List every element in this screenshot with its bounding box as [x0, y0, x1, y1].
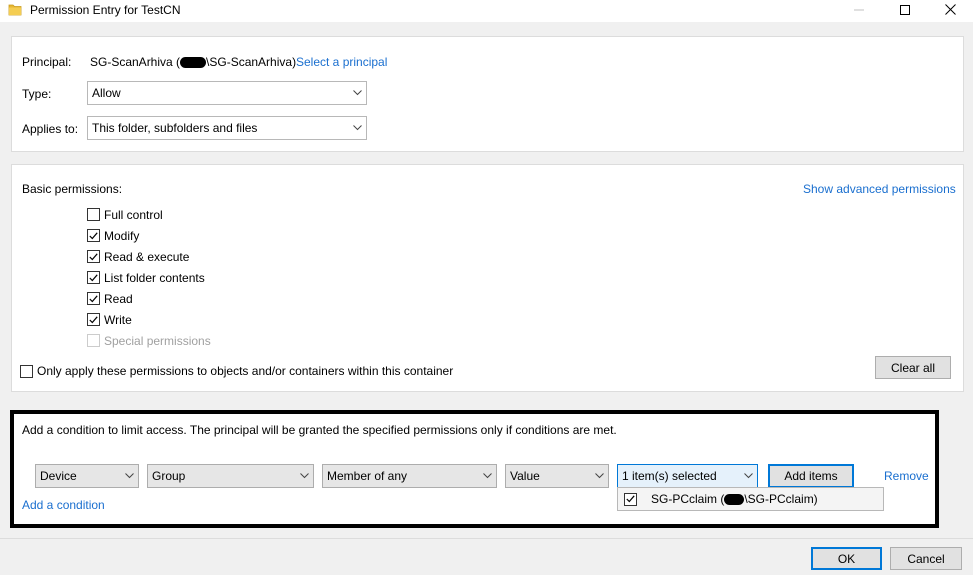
- add-condition-link[interactable]: Add a condition: [22, 498, 105, 512]
- chevron-down-icon: [295, 465, 313, 487]
- permission-label: Read: [104, 291, 133, 306]
- principal-name: SG-ScanArhiva ( \SG-ScanArhiva): [90, 55, 296, 69]
- checkmark-icon: [89, 252, 98, 260]
- minimize-icon: [854, 4, 864, 18]
- checkbox[interactable]: [20, 364, 33, 378]
- applies-to-label: Applies to:: [22, 122, 79, 136]
- permission-label: Read & execute: [104, 249, 190, 264]
- permission-label: Special permissions: [104, 333, 211, 348]
- condition-group-select[interactable]: Group: [147, 464, 314, 488]
- permission-item-list-folder-contents[interactable]: List folder contents: [87, 267, 211, 288]
- checkbox: [87, 334, 100, 347]
- condition-description: Add a condition to limit access. The pri…: [22, 423, 617, 437]
- checkbox[interactable]: [87, 229, 100, 242]
- permission-item-write[interactable]: Write: [87, 309, 211, 330]
- condition-selection-dropdown-item[interactable]: SG-PCclaim ( \SG-PCclaim): [617, 487, 884, 511]
- checkbox[interactable]: [87, 208, 100, 221]
- window-title: Permission Entry for TestCN: [30, 3, 181, 17]
- condition-value-type-select[interactable]: Value: [505, 464, 609, 488]
- principal-name-start: SG-ScanArhiva (: [90, 55, 181, 69]
- condition-value-type-value: Value: [510, 469, 540, 483]
- condition-selection-value: 1 item(s) selected: [622, 469, 717, 483]
- checkbox[interactable]: [87, 250, 100, 263]
- checkmark-icon: [89, 273, 98, 281]
- title-bar: Permission Entry for TestCN: [0, 0, 973, 22]
- redaction-mark: [724, 494, 745, 506]
- redaction-mark: [180, 57, 207, 69]
- checkmark-icon: [89, 231, 98, 239]
- chevron-down-icon: [348, 82, 366, 104]
- only-apply-label: Only apply these permissions to objects …: [37, 364, 454, 378]
- permission-list: Full control Modify Read & execute List …: [87, 204, 211, 351]
- remove-condition-link[interactable]: Remove: [884, 469, 929, 483]
- chevron-down-icon: [590, 465, 608, 487]
- footer-separator: [0, 538, 973, 539]
- add-items-button[interactable]: Add items: [768, 464, 854, 488]
- chevron-down-icon: [478, 465, 496, 487]
- permission-label: Full control: [104, 207, 163, 222]
- condition-attribute-value: Device: [40, 469, 77, 483]
- folder-icon: [8, 3, 22, 16]
- condition-operator-value: Member of any: [327, 469, 408, 483]
- permission-item-read[interactable]: Read: [87, 288, 211, 309]
- chevron-down-icon: [348, 117, 366, 139]
- condition-attribute-select[interactable]: Device: [35, 464, 139, 488]
- condition-operator-select[interactable]: Member of any: [322, 464, 497, 488]
- select-principal-link[interactable]: Select a principal: [296, 55, 387, 69]
- type-select-value: Allow: [92, 86, 121, 100]
- checkbox[interactable]: [624, 492, 637, 506]
- permission-item-read-execute[interactable]: Read & execute: [87, 246, 211, 267]
- principal-label: Principal:: [22, 55, 72, 69]
- checkmark-icon: [626, 495, 635, 503]
- type-select[interactable]: Allow: [87, 81, 367, 105]
- cancel-button[interactable]: Cancel: [890, 547, 962, 570]
- permission-label: Modify: [104, 228, 140, 243]
- checkmark-icon: [89, 315, 98, 323]
- chevron-down-icon: [739, 465, 757, 487]
- principal-name-end: \SG-ScanArhiva): [206, 55, 297, 69]
- checkbox[interactable]: [87, 292, 100, 305]
- checkmark-icon: [89, 294, 98, 302]
- type-label: Type:: [22, 87, 52, 101]
- applies-to-select[interactable]: This folder, subfolders and files: [87, 116, 367, 140]
- chevron-down-icon: [120, 465, 138, 487]
- close-icon: [944, 4, 956, 18]
- permission-label: List folder contents: [104, 270, 205, 285]
- checkbox[interactable]: [87, 271, 100, 284]
- close-button[interactable]: [927, 0, 973, 22]
- only-apply-checkbox-row[interactable]: Only apply these permissions to objects …: [20, 362, 453, 380]
- maximize-button[interactable]: [882, 0, 928, 22]
- dropdown-item-label-start: SG-PCclaim (: [651, 492, 725, 506]
- basic-permissions-heading: Basic permissions:: [22, 182, 123, 196]
- ok-button[interactable]: OK: [811, 547, 882, 570]
- minimize-button[interactable]: [836, 0, 882, 22]
- permission-label: Write: [104, 312, 132, 327]
- dropdown-item-label: SG-PCclaim ( \SG-PCclaim): [651, 492, 818, 506]
- permission-item-special-permissions: Special permissions: [87, 330, 211, 351]
- applies-to-select-value: This folder, subfolders and files: [92, 121, 258, 135]
- condition-selection-select[interactable]: 1 item(s) selected: [617, 464, 758, 488]
- permission-item-full-control[interactable]: Full control: [87, 204, 211, 225]
- clear-all-button[interactable]: Clear all: [875, 356, 951, 379]
- permission-item-modify[interactable]: Modify: [87, 225, 211, 246]
- show-advanced-permissions-link[interactable]: Show advanced permissions: [803, 182, 956, 196]
- checkbox[interactable]: [87, 313, 100, 326]
- maximize-icon: [900, 4, 910, 18]
- dropdown-item-label-end: \SG-PCclaim): [744, 492, 818, 506]
- condition-group-value: Group: [152, 469, 186, 483]
